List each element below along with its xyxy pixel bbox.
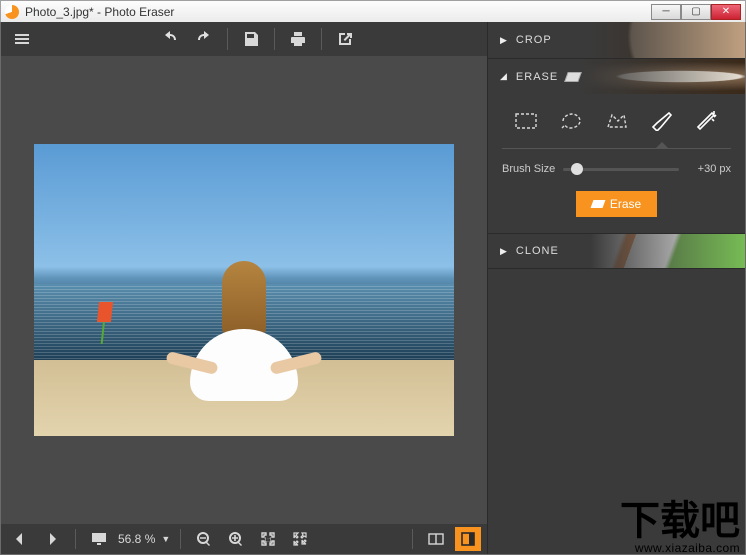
eraser-icon bbox=[590, 200, 605, 208]
zoom-in-icon bbox=[228, 531, 244, 547]
left-pane: 56.8 % ▼ 1:1 bbox=[1, 22, 487, 554]
eraser-icon bbox=[564, 72, 582, 82]
rect-select-icon bbox=[513, 111, 539, 131]
brush-size-value: +30 px bbox=[687, 163, 731, 175]
compare-icon bbox=[428, 531, 444, 547]
panel-erase-label: ERASE bbox=[516, 71, 558, 83]
chevron-right-icon: ▶ bbox=[500, 35, 508, 46]
menu-button[interactable] bbox=[7, 25, 37, 53]
statusbar-separator bbox=[75, 529, 76, 549]
statusbar-separator bbox=[180, 529, 181, 549]
toolbar-separator bbox=[227, 28, 228, 50]
photo-object-person bbox=[222, 261, 266, 341]
polygon-icon bbox=[604, 111, 630, 131]
minimize-button[interactable]: ─ bbox=[651, 4, 681, 20]
zoom-in-button[interactable] bbox=[223, 527, 249, 551]
magic-wand-tool[interactable] bbox=[689, 108, 725, 134]
chevron-down-icon: ◢ bbox=[500, 71, 508, 82]
panel-icon bbox=[460, 531, 476, 547]
erase-button-label: Erase bbox=[610, 197, 641, 211]
share-button[interactable] bbox=[330, 25, 360, 53]
fit-screen-button[interactable] bbox=[86, 527, 112, 551]
slider-thumb[interactable] bbox=[571, 163, 583, 175]
toolbar-separator bbox=[321, 28, 322, 50]
panel-crop-label: CROP bbox=[516, 34, 552, 46]
next-image-button[interactable] bbox=[39, 527, 65, 551]
zoom-value: 56.8 % bbox=[118, 532, 155, 546]
toolbar-separator bbox=[274, 28, 275, 50]
brush-size-row: Brush Size +30 px bbox=[502, 163, 731, 175]
app-body: 56.8 % ▼ 1:1 bbox=[0, 22, 746, 555]
zoom-out-button[interactable] bbox=[191, 527, 217, 551]
toggle-panel-button[interactable] bbox=[455, 527, 481, 551]
main-toolbar bbox=[1, 22, 487, 56]
zoom-fit-button[interactable] bbox=[287, 527, 313, 551]
svg-text:1:1: 1:1 bbox=[264, 538, 273, 544]
chevron-right-icon: ▶ bbox=[500, 246, 508, 257]
polygon-select-tool[interactable] bbox=[599, 108, 635, 134]
lasso-select-tool[interactable] bbox=[553, 108, 589, 134]
print-button[interactable] bbox=[283, 25, 313, 53]
window-controls: ─ ▢ ✕ bbox=[651, 4, 741, 20]
save-icon bbox=[242, 30, 260, 48]
prev-image-button[interactable] bbox=[7, 527, 33, 551]
panel-erase-header[interactable]: ◢ ERASE bbox=[488, 58, 745, 94]
canvas-area[interactable] bbox=[1, 56, 487, 524]
photo-object-flag bbox=[97, 302, 113, 322]
panel-clone-header[interactable]: ▶ CLONE bbox=[488, 233, 745, 269]
arrow-left-icon bbox=[12, 531, 28, 547]
monitor-icon bbox=[91, 531, 107, 547]
undo-icon bbox=[161, 30, 179, 48]
brush-size-slider[interactable] bbox=[563, 168, 679, 171]
fit-icon bbox=[292, 531, 308, 547]
statusbar-separator bbox=[412, 529, 413, 549]
redo-icon bbox=[195, 30, 213, 48]
window-title: Photo_3.jpg* - Photo Eraser bbox=[25, 5, 174, 19]
save-button[interactable] bbox=[236, 25, 266, 53]
lasso-icon bbox=[558, 111, 584, 131]
zoom-dropdown-icon[interactable]: ▼ bbox=[161, 534, 170, 544]
panel-erase-body: Brush Size +30 px Erase bbox=[488, 94, 745, 233]
erase-tool-row bbox=[502, 104, 731, 149]
share-icon bbox=[336, 30, 354, 48]
right-panel: ▶ CROP ◢ ERASE bbox=[487, 22, 745, 554]
maximize-button[interactable]: ▢ bbox=[681, 4, 711, 20]
brush-size-label: Brush Size bbox=[502, 163, 555, 175]
photo-canvas[interactable] bbox=[34, 144, 454, 436]
magic-wand-icon bbox=[694, 111, 720, 131]
compare-button[interactable] bbox=[423, 527, 449, 551]
zoom-100-button[interactable]: 1:1 bbox=[255, 527, 281, 551]
undo-button[interactable] bbox=[155, 25, 185, 53]
zoom-out-icon bbox=[196, 531, 212, 547]
arrow-right-icon bbox=[44, 531, 60, 547]
window-titlebar: Photo_3.jpg* - Photo Eraser ─ ▢ ✕ bbox=[0, 0, 746, 22]
panel-empty-space bbox=[488, 269, 745, 554]
panel-clone-label: CLONE bbox=[516, 245, 559, 257]
redo-button[interactable] bbox=[189, 25, 219, 53]
brush-icon bbox=[649, 111, 675, 131]
rect-select-tool[interactable] bbox=[508, 108, 544, 134]
erase-button-row: Erase bbox=[502, 191, 731, 217]
erase-button[interactable]: Erase bbox=[576, 191, 657, 217]
statusbar: 56.8 % ▼ 1:1 bbox=[1, 524, 487, 554]
brush-tool[interactable] bbox=[644, 108, 680, 134]
print-icon bbox=[289, 30, 307, 48]
actual-size-icon: 1:1 bbox=[260, 531, 276, 547]
close-button[interactable]: ✕ bbox=[711, 4, 741, 20]
app-icon bbox=[5, 5, 19, 19]
hamburger-icon bbox=[13, 30, 31, 48]
panel-crop-header[interactable]: ▶ CROP bbox=[488, 22, 745, 58]
